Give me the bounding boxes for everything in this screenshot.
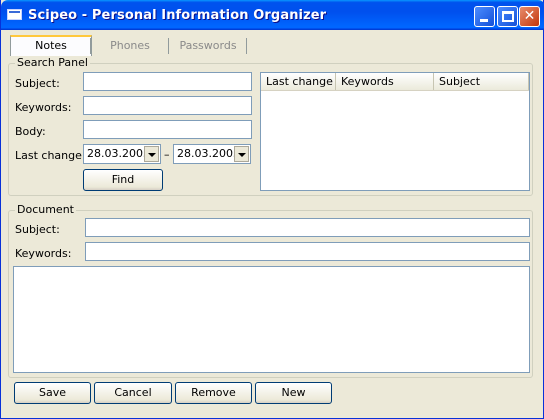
close-button[interactable]: ✕ [519, 6, 540, 27]
column-header-subject[interactable]: Subject [434, 73, 529, 90]
window-title: Scipeo - Personal Information Organizer [28, 8, 327, 23]
new-button[interactable]: New [255, 382, 332, 404]
title-bar[interactable]: Scipeo - Personal Information Organizer … [1, 0, 544, 30]
date-to-value: 28.03.2005 [177, 147, 240, 160]
date-from-picker[interactable]: 28.03.2005 [83, 144, 161, 164]
document-subject-input[interactable] [85, 218, 530, 237]
maximize-button[interactable] [497, 6, 518, 27]
document-subject-label: Subject: [15, 223, 60, 236]
document-body-textarea[interactable] [13, 266, 530, 373]
app-window-icon [7, 9, 22, 20]
column-header-keywords[interactable]: Keywords [336, 73, 434, 90]
date-range-separator: – [164, 148, 170, 161]
tab-passwords[interactable]: Passwords [169, 36, 247, 55]
results-grid-header: Last change Keywords Subject [261, 73, 529, 91]
document-keywords-label: Keywords: [15, 247, 72, 260]
save-button[interactable]: Save [14, 382, 91, 404]
search-keywords-input[interactable] [83, 96, 252, 115]
document-panel-legend: Document [15, 203, 76, 216]
search-subject-label: Subject: [15, 77, 60, 90]
app-window: Scipeo - Personal Information Organizer … [0, 0, 544, 419]
search-results-grid[interactable]: Last change Keywords Subject [260, 72, 530, 191]
tab-separator [90, 38, 91, 54]
remove-button[interactable]: Remove [175, 382, 252, 404]
tab-separator [246, 38, 247, 54]
find-button[interactable]: Find [83, 169, 163, 191]
cancel-button[interactable]: Cancel [94, 382, 172, 404]
column-header-last-change[interactable]: Last change [261, 73, 336, 90]
tab-notes[interactable]: Notes [10, 35, 92, 56]
search-body-label: Body: [15, 125, 46, 138]
tab-phones[interactable]: Phones [92, 36, 168, 55]
document-keywords-input[interactable] [85, 242, 530, 261]
maximize-icon [502, 11, 514, 22]
minimize-button[interactable] [474, 6, 495, 27]
date-from-dropdown-icon[interactable] [144, 146, 159, 162]
close-icon: ✕ [523, 8, 536, 24]
date-to-dropdown-icon[interactable] [234, 146, 249, 162]
search-panel-legend: Search Panel [15, 56, 90, 69]
search-body-input[interactable] [83, 120, 252, 139]
search-subject-input[interactable] [83, 72, 252, 91]
date-from-value: 28.03.2005 [87, 147, 150, 160]
search-keywords-label: Keywords: [15, 101, 72, 114]
minimize-icon [480, 19, 488, 22]
last-change-label: Last change: [15, 149, 86, 162]
date-to-picker[interactable]: 28.03.2005 [173, 144, 251, 164]
